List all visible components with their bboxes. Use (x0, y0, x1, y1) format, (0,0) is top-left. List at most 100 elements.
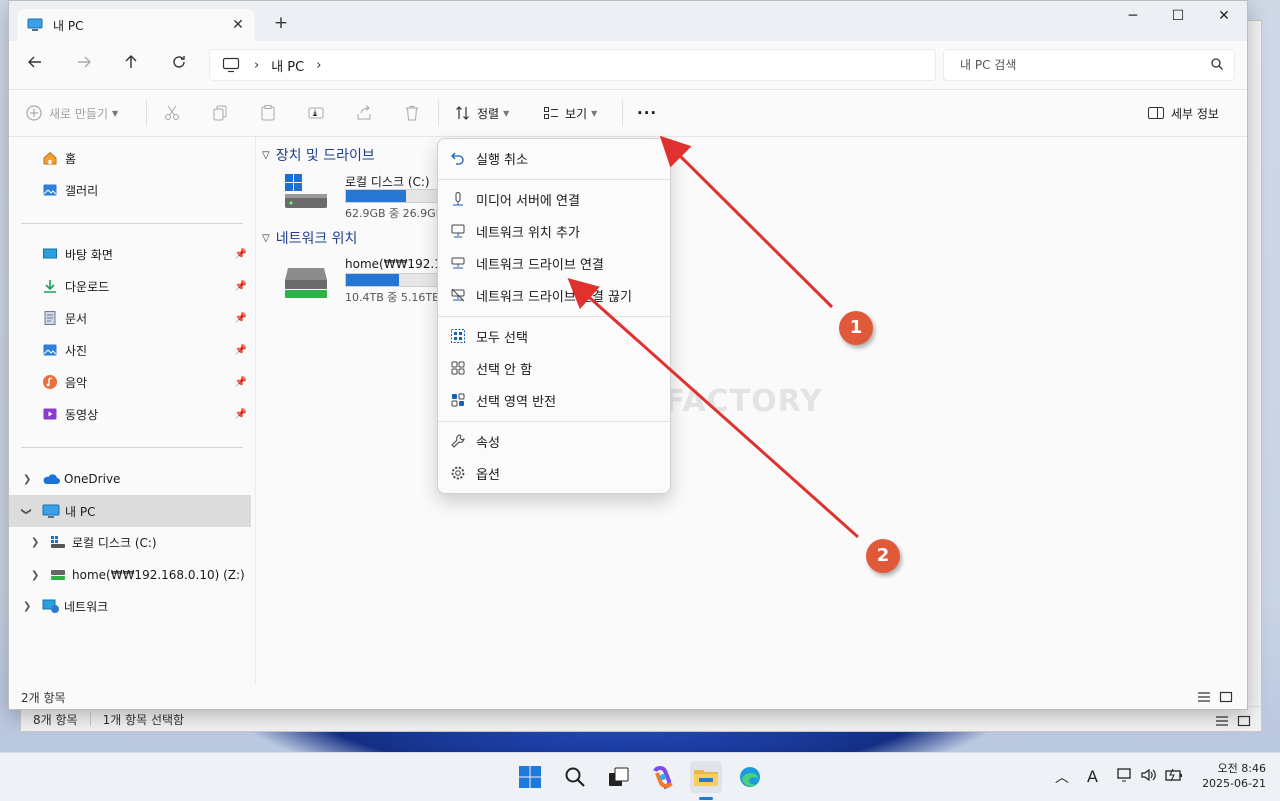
wrench-icon (451, 434, 465, 448)
chevron-down-icon[interactable]: ❯ (21, 507, 32, 515)
group-header-network[interactable]: ▽ 네트워크 위치 (262, 228, 357, 248)
task-view-icon (609, 767, 629, 786)
breadcrumb-chevron[interactable]: › (254, 58, 259, 73)
show-hidden-icons-button[interactable]: ︿ (1055, 767, 1069, 787)
network-status-icon[interactable] (1116, 767, 1134, 783)
search-input[interactable] (958, 57, 1202, 73)
close-button[interactable]: ✕ (1201, 1, 1247, 33)
back-view-toggles[interactable] (1215, 715, 1251, 727)
menu-item-media-server[interactable]: 미디어 서버에 연결 (444, 184, 664, 214)
sidebar-label-music: 음악 (65, 375, 88, 390)
new-button[interactable]: 새로 만들기 ▼ (25, 102, 118, 124)
menu-item-disconnect-network-drive[interactable]: 네트워크 드라이브 연결 끊기 (444, 280, 664, 310)
pin-icon[interactable]: 📌 (235, 313, 247, 324)
task-view-button[interactable] (603, 761, 635, 793)
sidebar-item-onedrive[interactable]: ❯ OneDrive (9, 465, 251, 493)
local-disk-icon (285, 174, 327, 208)
menu-divider (438, 316, 670, 317)
paste-button[interactable] (259, 102, 277, 124)
search-taskbar-button[interactable] (559, 761, 591, 793)
volume-icon[interactable] (1140, 767, 1158, 783)
menu-item-add-network-location[interactable]: 네트워크 위치 추가 (444, 216, 664, 246)
pin-icon[interactable]: 📌 (235, 281, 247, 292)
pin-icon[interactable]: 📌 (235, 345, 247, 356)
breadcrumb-chevron-end[interactable]: › (316, 58, 321, 73)
edge-button[interactable] (734, 761, 766, 793)
annotation-badge-2: 2 (866, 539, 900, 573)
details-pane-button[interactable]: 세부 정보 (1147, 102, 1219, 124)
share-button[interactable] (355, 102, 373, 124)
view-toggles[interactable] (1197, 691, 1233, 703)
sidebar-item-music[interactable]: 음악 📌 (9, 368, 251, 396)
menu-item-invert-selection[interactable]: 선택 영역 반전 (444, 385, 664, 415)
network-location-icon (451, 224, 465, 238)
chevron-right-icon[interactable]: ❯ (31, 537, 39, 548)
sidebar-item-gallery[interactable]: 갤러리 (9, 176, 251, 204)
clock[interactable]: 오전 8:46 2025-06-21 (1192, 761, 1266, 791)
breadcrumb-this-pc[interactable]: 내 PC (271, 56, 304, 75)
address-box[interactable]: › 내 PC › (209, 49, 936, 81)
refresh-button[interactable] (165, 53, 193, 77)
details-view-icon[interactable] (1215, 715, 1229, 727)
sidebar-item-documents[interactable]: 문서 📌 (9, 304, 251, 332)
sidebar-item-this-pc[interactable]: ❯ 내 PC (9, 495, 251, 527)
new-tab-button[interactable]: + (271, 13, 291, 33)
pin-icon[interactable]: 📌 (235, 377, 247, 388)
arrow-right-icon (78, 56, 91, 68)
pin-icon[interactable]: 📌 (235, 409, 247, 420)
sidebar-item-local-disk[interactable]: ❯ 로컬 디스크 (C:) (9, 528, 251, 556)
search-box[interactable] (943, 49, 1235, 81)
sidebar-item-network-drive[interactable]: ❯ home(₩₩192.168.0.10) (Z:) (9, 561, 251, 589)
sort-button[interactable]: 정렬 ▼ (455, 102, 509, 124)
sidebar-item-downloads[interactable]: 다운로드 📌 (9, 272, 251, 300)
details-view-icon[interactable] (1197, 691, 1211, 703)
menu-label: 미디어 서버에 연결 (476, 193, 580, 209)
minimize-button[interactable]: ─ (1110, 1, 1156, 33)
file-explorer-taskbar-button[interactable] (690, 761, 722, 793)
ime-indicator[interactable]: A (1087, 767, 1098, 786)
view-button[interactable]: 보기 ▼ (543, 102, 597, 124)
up-button[interactable] (117, 53, 145, 77)
menu-item-select-all[interactable]: 모두 선택 (444, 321, 664, 351)
drive-name: 로컬 디스크 (C:) (345, 175, 430, 189)
drive-tile-local-disk[interactable]: 로컬 디스크 (C:) 62.9GB 중 26.9GB 사 (274, 173, 457, 220)
rename-button[interactable] (307, 102, 325, 124)
menu-label: 네트워크 위치 추가 (476, 225, 580, 241)
sidebar-item-home[interactable]: 홈 (9, 144, 251, 172)
forward-button[interactable] (70, 53, 98, 77)
copilot-button[interactable] (647, 761, 679, 793)
pin-icon[interactable]: 📌 (235, 249, 247, 260)
tab-this-pc[interactable]: 내 PC ✕ (17, 9, 255, 41)
drive-tile-network-drive[interactable]: home(₩₩192.168.0. 10.4TB 중 5.16TB 사 (274, 257, 472, 304)
maximize-button[interactable]: ☐ (1155, 1, 1201, 33)
chevron-right-icon[interactable]: ❯ (23, 474, 31, 485)
back-button[interactable] (21, 53, 49, 77)
tiles-view-icon[interactable] (1219, 691, 1233, 703)
copy-button[interactable] (211, 102, 229, 124)
battery-icon[interactable] (1164, 767, 1184, 783)
menu-item-options[interactable]: 옵션 (444, 458, 664, 488)
drive-usage-fill (346, 190, 407, 202)
menu-item-select-none[interactable]: 선택 안 함 (444, 353, 664, 383)
back-item-count: 8개 항목 (33, 712, 78, 727)
start-button[interactable] (514, 761, 546, 793)
video-icon (43, 408, 57, 420)
sidebar-item-pictures[interactable]: 사진 📌 (9, 336, 251, 364)
sidebar-item-desktop[interactable]: 바탕 화면 📌 (9, 240, 251, 268)
menu-item-map-network-drive[interactable]: 네트워크 드라이브 연결 (444, 248, 664, 278)
menu-divider (438, 421, 670, 422)
delete-button[interactable] (403, 102, 421, 124)
cut-button[interactable] (163, 102, 181, 124)
sidebar-item-network[interactable]: ❯ 네트워크 (9, 592, 251, 620)
tiles-view-icon[interactable] (1237, 715, 1251, 727)
chevron-right-icon[interactable]: ❯ (23, 601, 31, 612)
menu-item-undo[interactable]: 실행 취소 (444, 143, 664, 173)
more-options-button[interactable]: ··· (637, 102, 657, 124)
network-icon (42, 599, 59, 613)
chevron-right-icon[interactable]: ❯ (31, 570, 39, 581)
tab-close-button[interactable]: ✕ (229, 16, 247, 34)
sidebar-item-videos[interactable]: 동영상 📌 (9, 400, 251, 428)
group-header-devices[interactable]: ▽ 장치 및 드라이브 (262, 145, 375, 165)
new-label: 새로 만들기 (49, 106, 109, 121)
menu-item-properties[interactable]: 속성 (444, 426, 664, 456)
